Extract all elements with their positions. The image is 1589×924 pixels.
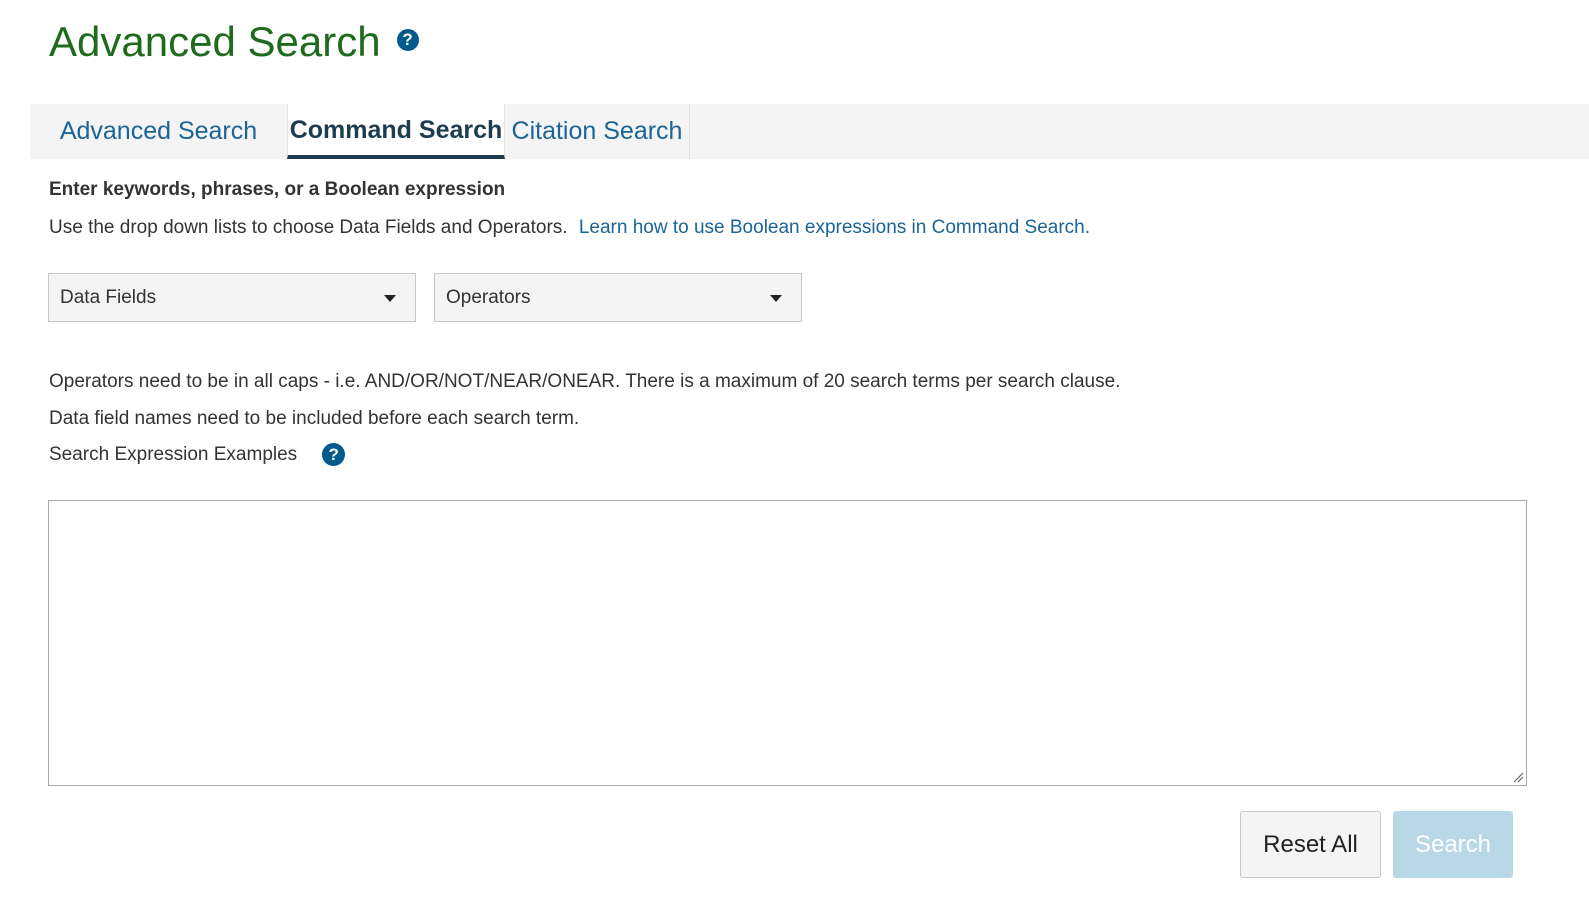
search-tabs: Advanced Search Command Search Citation … [30, 104, 1589, 159]
reset-all-button[interactable]: Reset All [1240, 811, 1381, 878]
tab-command-search[interactable]: Command Search [287, 104, 505, 159]
title-row: Advanced Search ? [49, 16, 419, 68]
page-title: Advanced Search [49, 18, 381, 65]
instructions-heading: Enter keywords, phrases, or a Boolean ex… [49, 179, 506, 200]
data-fields-note: Data field names need to be included bef… [49, 408, 580, 429]
examples-label: Search Expression Examples [49, 443, 298, 465]
resize-grip-icon[interactable] [1512, 771, 1524, 783]
help-icon[interactable]: ? [396, 29, 419, 51]
tab-citation-search[interactable]: Citation Search [505, 104, 690, 159]
operators-label: Operators [446, 286, 531, 308]
command-search-page: Advanced Search ? Advanced Search Comman… [0, 0, 1589, 924]
search-expression-input[interactable] [48, 500, 1527, 786]
examples-row: Search Expression Examples ? [49, 443, 346, 466]
tab-advanced-search[interactable]: Advanced Search [30, 104, 287, 159]
boolean-help-link[interactable]: Learn how to use Boolean expressions in … [579, 217, 1090, 238]
operators-dropdown[interactable]: Operators [434, 273, 802, 322]
operators-note: Operators need to be in all caps - i.e. … [49, 371, 1121, 392]
help-icon[interactable]: ? [322, 443, 346, 466]
instructions-text: Use the drop down lists to choose Data F… [49, 217, 568, 238]
data-fields-label: Data Fields [60, 286, 157, 308]
chevron-down-icon [384, 295, 396, 302]
search-button[interactable]: Search [1393, 811, 1513, 878]
chevron-down-icon [770, 295, 782, 302]
data-fields-dropdown[interactable]: Data Fields [48, 273, 416, 322]
instructions-line: Use the drop down lists to choose Data F… [49, 217, 1090, 239]
